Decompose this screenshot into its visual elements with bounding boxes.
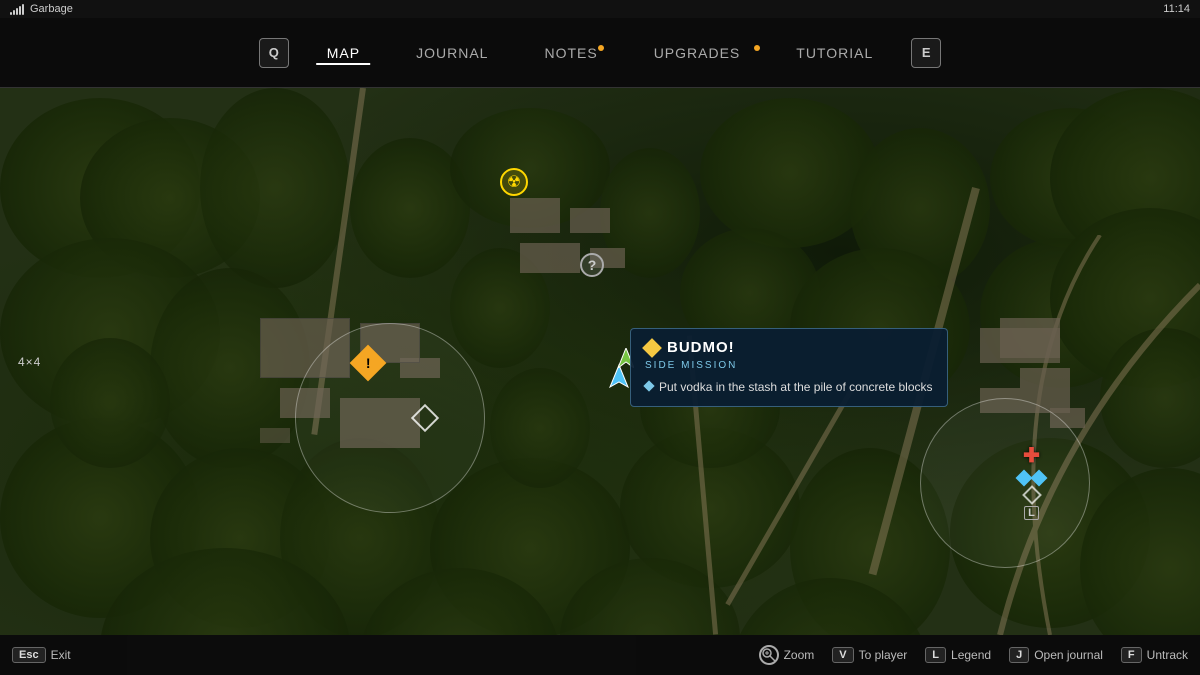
legend-control[interactable]: L Legend <box>925 647 991 663</box>
carrier-label: Garbage <box>30 3 73 15</box>
mission-circle-left <box>295 323 485 513</box>
key-e-button[interactable]: E <box>911 38 941 68</box>
to-player-control[interactable]: V To player <box>832 647 907 663</box>
v-key[interactable]: V <box>832 647 853 663</box>
open-journal-label: Open journal <box>1034 648 1103 662</box>
tab-journal[interactable]: Journal <box>388 37 516 69</box>
tab-map[interactable]: Map <box>299 37 388 69</box>
l-key[interactable]: L <box>925 647 946 663</box>
right-circle-icons: ✚ L <box>1018 443 1045 520</box>
mission-type: SIDE MISSION <box>645 360 933 371</box>
mission-title: BUDMO! <box>667 339 735 356</box>
system-bar-right: 11:14 <box>1163 3 1190 15</box>
j-key[interactable]: J <box>1009 647 1029 663</box>
mission-description: Put vodka in the stash at the pile of co… <box>645 379 933 396</box>
mission-tooltip: BUDMO! SIDE MISSION Put vodka in the sta… <box>630 328 948 407</box>
tab-notes[interactable]: Notes <box>516 37 625 69</box>
untrack-control[interactable]: F Untrack <box>1121 647 1188 663</box>
warning-diamond: ! <box>355 350 381 376</box>
untrack-label: Untrack <box>1147 648 1188 662</box>
tab-upgrades[interactable]: Upgrades <box>626 37 769 69</box>
mission-desc-icon <box>643 380 654 391</box>
zoom-label: 4×4 <box>18 355 41 369</box>
map-area[interactable]: 4×4 ☢ ? ! ✚ L <box>0 88 1200 635</box>
f-key[interactable]: F <box>1121 647 1142 663</box>
zoom-control[interactable]: Zoom <box>759 645 815 665</box>
mission-icon <box>642 338 662 358</box>
to-player-label: To player <box>859 648 908 662</box>
esc-key[interactable]: Esc <box>12 647 46 663</box>
signal-icon <box>10 3 24 15</box>
mission-circle-right <box>920 398 1090 568</box>
legend-label: Legend <box>951 648 991 662</box>
exit-control[interactable]: Esc Exit <box>12 647 71 663</box>
zoom-label-bottom: Zoom <box>784 648 815 662</box>
system-bar: Garbage 11:14 <box>0 0 1200 18</box>
map-controls: Zoom V To player L Legend J Open journal… <box>759 645 1188 665</box>
question-marker: ? <box>580 253 604 277</box>
upgrades-dot <box>754 45 760 51</box>
exit-label: Exit <box>51 648 71 662</box>
tab-tutorial[interactable]: Tutorial <box>768 37 901 69</box>
navigation-bar: Q Map Journal Notes Upgrades Tutorial E <box>0 18 1200 88</box>
radiation-marker: ☢ <box>500 168 528 196</box>
bottom-bar: Esc Exit Zoom V To player L Legend <box>0 635 1200 675</box>
ruins-center <box>510 198 630 288</box>
mission-marker-diamond <box>415 408 435 428</box>
system-bar-left: Garbage <box>10 3 73 15</box>
notes-dot <box>598 45 604 51</box>
zoom-icon <box>759 645 779 665</box>
open-journal-control[interactable]: J Open journal <box>1009 647 1103 663</box>
time-display: 11:14 <box>1163 3 1190 15</box>
key-q-button[interactable]: Q <box>259 38 289 68</box>
